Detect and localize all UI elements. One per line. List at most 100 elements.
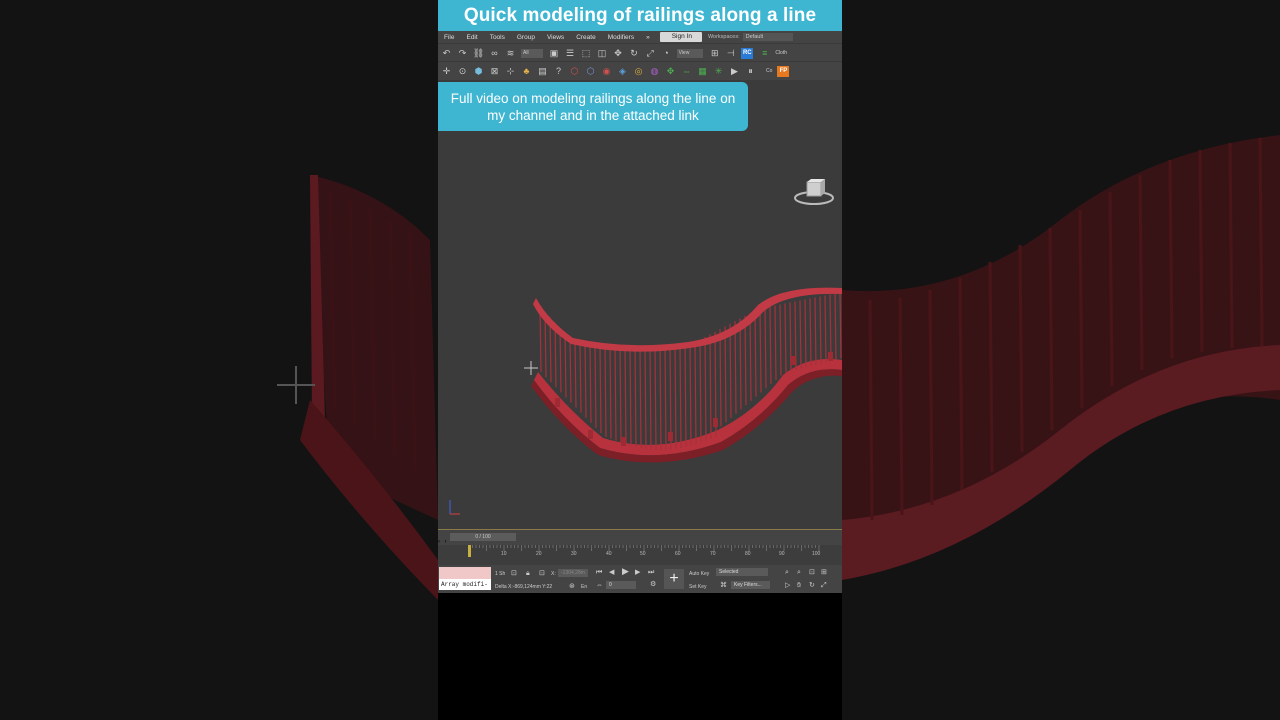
menu-create[interactable]: Create: [570, 34, 602, 41]
baluster: [694, 342, 697, 445]
fp-button[interactable]: FP: [777, 65, 790, 77]
undo-icon[interactable]: ↶: [441, 48, 452, 59]
tree-icon[interactable]: ⊹: [505, 66, 516, 77]
baluster: [729, 323, 732, 418]
baluster: [804, 299, 807, 368]
ruler-label: 50: [640, 551, 646, 557]
rc-button[interactable]: RC: [741, 47, 754, 59]
snap-icon[interactable]: ⊣: [725, 48, 736, 59]
menu-tools[interactable]: Tools: [484, 34, 511, 41]
move-icon[interactable]: ✥: [613, 48, 624, 59]
cube-blue-icon[interactable]: ⬡: [585, 66, 596, 77]
align-icon[interactable]: ⇔: [681, 66, 692, 77]
go-to-start-icon[interactable]: ⏮: [596, 569, 602, 576]
maxscript-listener[interactable]: [439, 567, 491, 579]
grid-snap-icon[interactable]: ⊛: [569, 583, 575, 590]
baluster: [629, 347, 632, 446]
pivot-icon[interactable]: ⊞: [709, 48, 720, 59]
co-label[interactable]: Co: [766, 66, 772, 77]
layers-icon[interactable]: ≡: [759, 48, 770, 59]
x-coordinate-field[interactable]: -1304,28m: [558, 569, 588, 577]
help-icon[interactable]: ?: [553, 66, 564, 77]
isolate-icon[interactable]: ⊡: [511, 570, 517, 577]
zoom-icon[interactable]: ⌕: [785, 569, 789, 576]
video-frame: Quick modeling of railings along a line …: [438, 0, 842, 720]
ruler-label: 40: [606, 551, 612, 557]
color-pick-icon[interactable]: ⬢: [473, 66, 484, 77]
orbit-icon[interactable]: ↻: [809, 582, 815, 589]
green-move-icon[interactable]: ✥: [665, 66, 676, 77]
window-crossing-icon[interactable]: ◫: [597, 48, 608, 59]
grid-icon[interactable]: ▦: [697, 66, 708, 77]
lock-icon[interactable]: 🔒︎: [526, 570, 530, 577]
maximize-viewport-icon[interactable]: ⤢: [821, 582, 827, 589]
transform-mode-icon[interactable]: ⊡: [539, 570, 545, 577]
menu-overflow[interactable]: »: [640, 34, 656, 41]
auto-key-button[interactable]: Auto Key: [689, 571, 709, 577]
time-config-icon[interactable]: ⚙︎: [650, 581, 656, 588]
next-frame-button-icon[interactable]: ▶︎: [635, 569, 640, 576]
sign-in-button[interactable]: Sign In: [659, 32, 702, 42]
previous-frame-icon[interactable]: ◀︎: [609, 569, 614, 576]
key-icon[interactable]: ⌘: [720, 582, 727, 589]
move-gizmo-icon[interactable]: ✛: [441, 66, 452, 77]
zoom-extents-all-icon[interactable]: ⊞: [821, 569, 827, 576]
reference-coordinate-dropdown[interactable]: View: [676, 48, 704, 58]
modifier-name-field[interactable]: Array modifi-: [439, 579, 491, 590]
play-animation-icon[interactable]: ▶︎: [622, 567, 629, 576]
zoom-extents-icon[interactable]: ⊡: [809, 569, 815, 576]
current-frame-field[interactable]: 0: [606, 581, 636, 589]
rotate-icon[interactable]: ↻: [629, 48, 640, 59]
menu-file[interactable]: File: [438, 34, 460, 41]
workspaces-dropdown[interactable]: Default: [742, 33, 794, 41]
menu-views[interactable]: Views: [541, 34, 570, 41]
railing-model: [449, 287, 842, 515]
drop-icon[interactable]: ◈: [617, 66, 628, 77]
pause-icon[interactable]: ⏸: [745, 66, 756, 77]
center-icon[interactable]: ⊙: [457, 66, 468, 77]
rect-selection-icon[interactable]: ⬚: [581, 48, 592, 59]
go-to-end-icon[interactable]: ⏭: [648, 569, 654, 576]
track-bar[interactable]: 10 20 30 40 50 60 70 80 90 100: [438, 545, 842, 565]
redo-icon[interactable]: ↷: [457, 48, 468, 59]
select-object-icon[interactable]: ▣: [549, 48, 560, 59]
render-icon[interactable]: ◎: [633, 66, 644, 77]
burst-icon[interactable]: ✳: [713, 66, 724, 77]
ruler-label: 10: [501, 551, 507, 557]
pan-icon[interactable]: ✋︎: [797, 582, 801, 589]
selection-filter-dropdown[interactable]: All: [521, 48, 543, 58]
menu-modifiers[interactable]: Modifiers: [602, 34, 640, 41]
scale-icon[interactable]: ⤢: [645, 48, 656, 59]
time-slider-knob[interactable]: 0 / 100: [450, 533, 516, 541]
shader-icon[interactable]: ◍: [649, 66, 660, 77]
cube-red-icon[interactable]: ⬡: [569, 66, 580, 77]
selected-dropdown[interactable]: Selected: [716, 568, 769, 576]
key-mode-icon[interactable]: ⇔: [596, 582, 603, 589]
key-filters-button[interactable]: Key Filters...: [731, 581, 770, 589]
placement-icon[interactable]: ◔: [661, 48, 672, 59]
cloth-label[interactable]: Cloth: [775, 48, 787, 59]
scatter-icon[interactable]: ♣: [521, 66, 532, 77]
perspective-viewport[interactable]: [438, 80, 842, 529]
set-key-button[interactable]: Set Key: [689, 584, 707, 590]
box-select-icon[interactable]: ⊠: [489, 66, 500, 77]
main-toolbar: ↶ ↷ ⛓ ∞ ≋ All ▣ ☰ ⬚ ◫ ✥ ↻ ⤢ ◔ View ⊞ ⊣ R…: [438, 43, 842, 62]
ruler-label: 20: [536, 551, 542, 557]
ruler-label: 90: [779, 551, 785, 557]
time-slider[interactable]: ‹ 0 / 100 ›: [438, 529, 842, 546]
list-icon[interactable]: ▤: [537, 66, 548, 77]
baluster: [604, 346, 607, 437]
menu-edit[interactable]: Edit: [460, 34, 483, 41]
play-icon[interactable]: ▶: [729, 66, 740, 77]
fov-icon[interactable]: ▷: [785, 582, 790, 589]
zoom-all-icon[interactable]: ⌕: [797, 569, 801, 576]
unlink-icon[interactable]: ∞: [489, 48, 500, 59]
select-by-name-icon[interactable]: ☰: [565, 48, 576, 59]
title-banner: Quick modeling of railings along a line: [438, 0, 842, 31]
link-icon[interactable]: ⛓: [473, 48, 484, 59]
add-key-button[interactable]: +: [664, 569, 684, 589]
material-icon[interactable]: ◉: [601, 66, 612, 77]
bind-spacewarp-icon[interactable]: ≋: [505, 48, 516, 59]
menu-group[interactable]: Group: [511, 34, 541, 41]
viewcube-icon[interactable]: [794, 178, 834, 208]
